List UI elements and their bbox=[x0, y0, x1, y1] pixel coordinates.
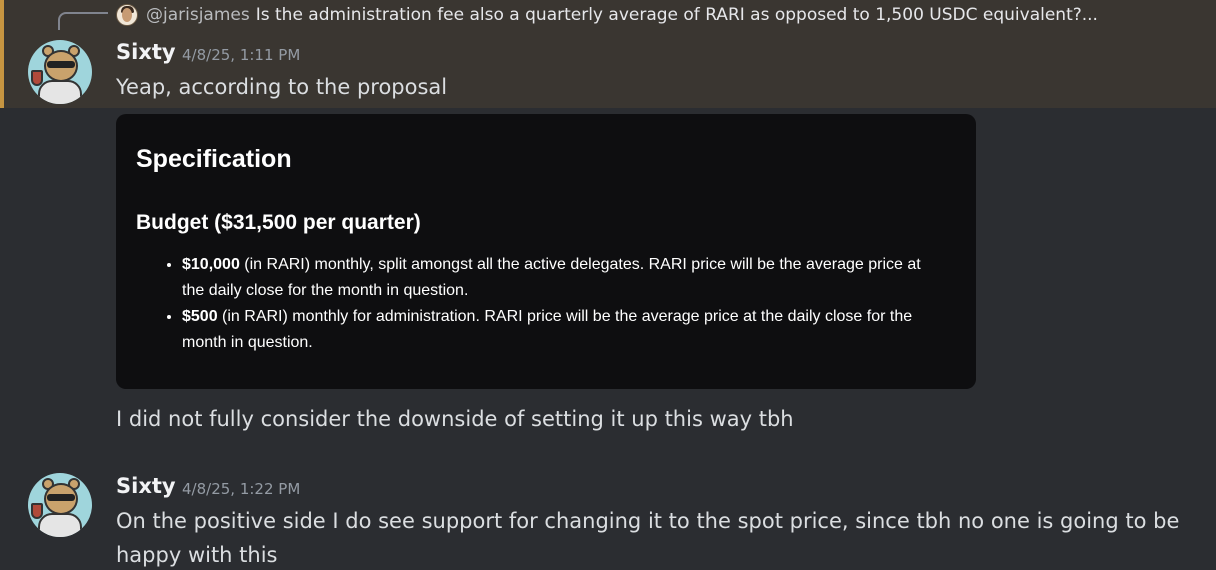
username[interactable]: Sixty bbox=[116, 40, 176, 64]
chat-view: @jarisjames Is the administration fee al… bbox=[0, 0, 1216, 570]
avatar[interactable] bbox=[28, 40, 92, 104]
embedded-image[interactable]: Specification Budget ($31,500 per quarte… bbox=[116, 114, 976, 389]
reply-preview[interactable]: @jarisjames Is the administration fee al… bbox=[116, 4, 1098, 26]
embed-bullet: $500 (in RARI) monthly for administratio… bbox=[182, 304, 956, 356]
reply-mention[interactable]: @jarisjames bbox=[146, 5, 250, 25]
bullet-text: (in RARI) monthly for administration. RA… bbox=[182, 308, 913, 351]
embed-bullet: $10,000 (in RARI) monthly, split amongst… bbox=[182, 252, 956, 304]
reply-text[interactable]: Is the administration fee also a quarter… bbox=[256, 5, 1098, 25]
embed-bullet-list: $10,000 (in RARI) monthly, split amongst… bbox=[136, 252, 956, 356]
avatar[interactable] bbox=[28, 473, 92, 537]
embed-subtitle: Budget ($31,500 per quarter) bbox=[136, 211, 421, 234]
reply-connector-line bbox=[58, 12, 108, 30]
bullet-amount: $10,000 bbox=[182, 256, 240, 273]
timestamp[interactable]: 4/8/25, 1:11 PM bbox=[182, 46, 300, 64]
message-text: Yeap, according to the proposal bbox=[116, 75, 448, 99]
bullet-text: (in RARI) monthly, split amongst all the… bbox=[182, 256, 921, 299]
message-text: On the positive side I do see support fo… bbox=[116, 509, 1180, 567]
reply-avatar[interactable] bbox=[116, 4, 138, 26]
bullet-amount: $500 bbox=[182, 308, 218, 325]
timestamp[interactable]: 4/8/25, 1:22 PM bbox=[182, 480, 300, 498]
embed-title: Specification bbox=[136, 145, 292, 173]
username[interactable]: Sixty bbox=[116, 474, 176, 498]
message-text: I did not fully consider the downside of… bbox=[116, 407, 794, 431]
